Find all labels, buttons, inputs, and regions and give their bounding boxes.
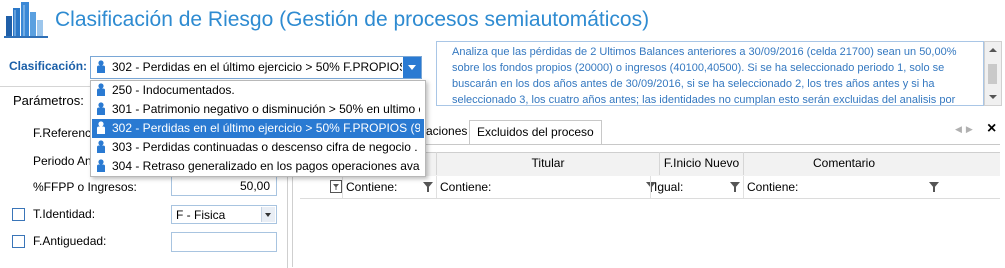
f-antiguedad-label: F.Antiguedad:: [33, 234, 107, 248]
dropdown-option-selected[interactable]: 302 - Perdidas en el último ejercicio > …: [92, 119, 424, 138]
t-identidad-checkbox[interactable]: [12, 208, 25, 221]
classification-description: Analiza que las pérdidas de 2 Ultimos Ba…: [436, 41, 984, 106]
description-text: Analiza que las pérdidas de 2 Ultimos Ba…: [452, 46, 957, 106]
filter-funnel-icon[interactable]: [423, 182, 433, 192]
filter-funnel-icon[interactable]: [929, 182, 939, 192]
tab-excluidos[interactable]: Excluidos del proceso: [469, 120, 602, 144]
t-identidad-select[interactable]: F - Fisica: [171, 205, 277, 224]
filter-cell-titular[interactable]: Contiene:: [436, 176, 659, 198]
dropdown-option-label: 250 - Indocumentados.: [112, 83, 235, 97]
tab-operaciones[interactable]: aciones: [419, 120, 474, 143]
f-antiguedad-input[interactable]: [171, 232, 277, 252]
person-icon: [97, 83, 105, 96]
filter-cell-1[interactable]: Contiene:: [342, 176, 436, 198]
scroll-down-icon[interactable]: [989, 95, 997, 99]
filter-row-icon: [330, 180, 342, 193]
person-icon: [97, 121, 105, 134]
person-icon: [97, 140, 105, 153]
person-icon: [97, 159, 105, 172]
ffpp-label: %FFPP o Ingresos:: [33, 180, 137, 194]
classification-selected-value: 302 - Perdidas en el último ejercicio > …: [112, 60, 402, 74]
scroll-up-icon[interactable]: [989, 48, 997, 52]
filter-cell-comentario[interactable]: Contiene:: [743, 176, 943, 198]
person-icon: [97, 102, 105, 115]
filter-funnel-icon[interactable]: [730, 182, 740, 192]
dropdown-option-label: 302 - Perdidas en el último ejercicio > …: [112, 121, 420, 135]
dropdown-option-label: 301 - Patrimonio negativo o disminución …: [112, 102, 420, 116]
dropdown-option[interactable]: 304 - Retraso generalizado en los pagos …: [92, 157, 424, 176]
page-title: Clasificación de Riesgo (Gestión de proc…: [55, 8, 650, 31]
close-icon[interactable]: ×: [987, 120, 996, 138]
t-identidad-label: T.Identidad:: [33, 207, 96, 221]
description-scrollbar[interactable]: [984, 41, 1002, 106]
classification-label: Clasificación:: [9, 59, 88, 73]
building-chart-logo-icon: [4, 2, 48, 38]
parameters-title: Parámetros:: [13, 93, 84, 108]
t-identidad-value: F - Fisica: [176, 208, 226, 222]
column-header-f-inicio-nuevo[interactable]: F.Inicio Nuevo: [659, 152, 743, 175]
periodo-label: Periodo An: [33, 154, 92, 168]
person-icon: [97, 60, 105, 73]
tab-scroll-arrows-icon[interactable]: ◀▶: [955, 124, 977, 135]
dropdown-option[interactable]: 303 - Perdidas continuadas o descenso ci…: [92, 138, 424, 157]
f-antiguedad-checkbox[interactable]: [12, 235, 25, 248]
scroll-thumb[interactable]: [988, 64, 997, 84]
classification-dropdown-list: 250 - Indocumentados. 301 - Patrimonio n…: [90, 80, 426, 177]
dropdown-option-label: 303 - Perdidas continuadas o descenso ci…: [112, 140, 420, 154]
dropdown-option[interactable]: 301 - Patrimonio negativo o disminución …: [92, 100, 424, 119]
ffpp-input[interactable]: 50,00: [171, 176, 277, 196]
classification-dropdown-button[interactable]: [403, 57, 421, 78]
column-header-titular[interactable]: Titular: [436, 152, 659, 175]
classification-select[interactable]: 302 - Perdidas en el último ejercicio > …: [90, 56, 422, 79]
dropdown-option-label: 304 - Retraso generalizado en los pagos …: [112, 159, 420, 173]
chevron-down-icon[interactable]: [261, 207, 275, 222]
column-header-comentario[interactable]: Comentario: [743, 152, 944, 175]
dropdown-option[interactable]: 250 - Indocumentados.: [92, 81, 424, 100]
